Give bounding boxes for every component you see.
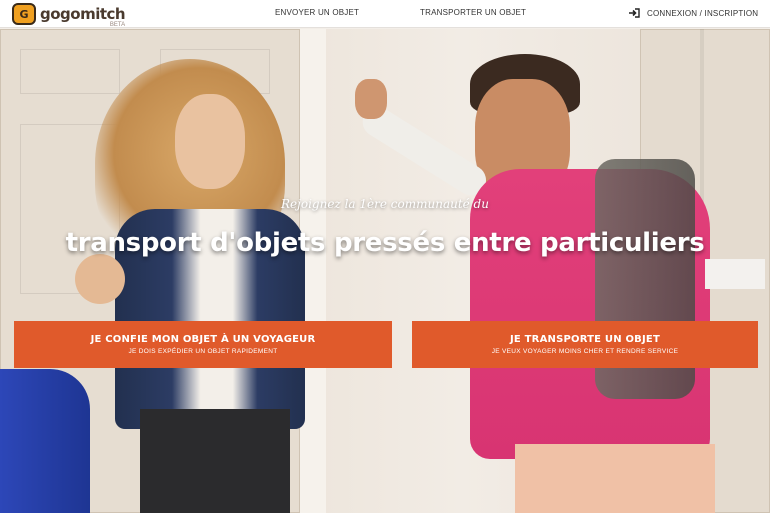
transport-object-button[interactable]: JE TRANSPORTE UN OBJET JE VEUX VOYAGER M…: [412, 321, 758, 368]
logo-text: gogomitch: [40, 4, 126, 23]
gogomitch-logo[interactable]: G gogomitch BETA: [12, 3, 126, 28]
entrust-object-subtitle: JE DOIS EXPÉDIER UN OBJET RAPIDEMENT: [128, 348, 278, 355]
top-navigation-bar: G gogomitch BETA ENVOYER UN OBJET TRANSP…: [0, 0, 770, 28]
transport-object-subtitle: JE VEUX VOYAGER MOINS CHER ET RENDRE SER…: [491, 348, 679, 355]
nav-transport-object[interactable]: TRANSPORTER UN OBJET: [420, 8, 526, 17]
hero-section: Rejoignez la 1ère communauté du transpor…: [0, 29, 770, 513]
beta-badge: BETA: [109, 21, 126, 28]
entrust-object-title: JE CONFIE MON OBJET À UN VOYAGEUR: [90, 334, 316, 345]
transport-object-title: JE TRANSPORTE UN OBJET: [510, 334, 660, 345]
blue-jacket-photo: [0, 369, 90, 513]
entrust-object-button[interactable]: JE CONFIE MON OBJET À UN VOYAGEUR JE DOI…: [14, 321, 392, 368]
nav-login-signup[interactable]: CONNEXION / INSCRIPTION: [629, 8, 758, 18]
hero-headline: transport d'objets pressés entre particu…: [65, 228, 705, 258]
woman-photo: [75, 59, 325, 513]
nav-send-object[interactable]: ENVOYER UN OBJET: [275, 8, 359, 17]
man-photo: [345, 49, 765, 513]
suitcase-logo-icon: G: [12, 3, 36, 25]
sign-in-icon: [629, 8, 640, 18]
login-label: CONNEXION / INSCRIPTION: [647, 8, 759, 18]
hero-tagline: Rejoignez la 1ère communauté du: [281, 197, 489, 211]
